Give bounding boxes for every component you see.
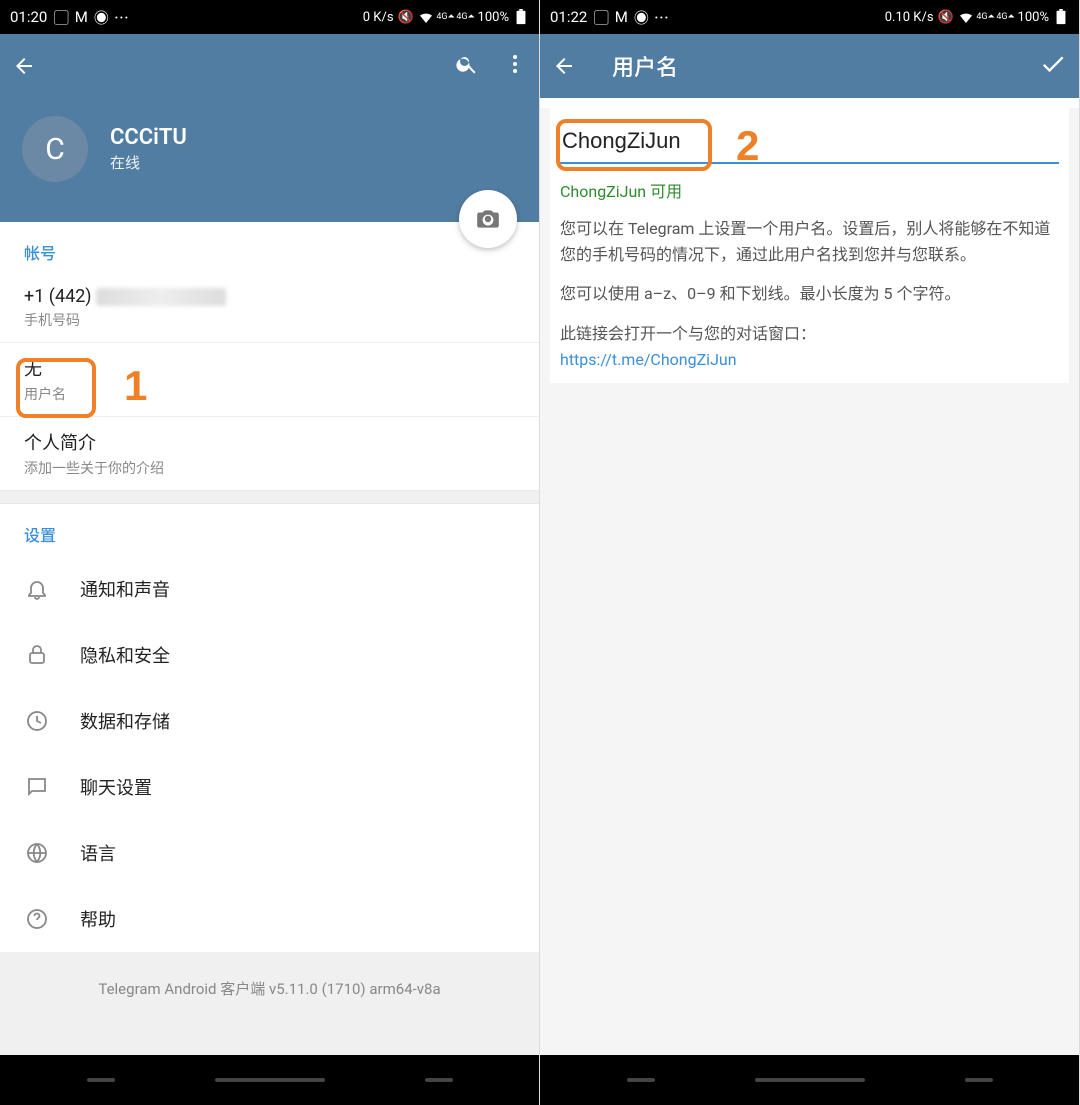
settings-item-label: 语言: [80, 840, 116, 866]
username-card: ChongZiJun 可用 您可以在 Telegram 上设置一个用户名。设置后…: [550, 108, 1069, 383]
net-speed: 0 K/s: [363, 10, 394, 25]
profile-status: 在线: [110, 152, 187, 173]
nav-recent[interactable]: [627, 1078, 655, 1082]
signal-4g-icon-1: 4G⏶: [438, 9, 454, 25]
phone-label: 手机号码: [24, 310, 515, 330]
nav-recent[interactable]: [87, 1078, 115, 1082]
bio-label: 添加一些关于你的介绍: [24, 458, 515, 478]
username-input[interactable]: [562, 128, 712, 154]
more-notif-icon: ⋯: [653, 9, 669, 25]
search-icon[interactable]: [455, 52, 479, 80]
chat-icon: [24, 774, 50, 800]
settings-item-notifications[interactable]: 通知和声音: [0, 556, 539, 622]
lock-icon: [24, 642, 50, 668]
username-label: 用户名: [24, 384, 515, 404]
android-navbar: [0, 1055, 539, 1105]
toolbar-title: 用户名: [592, 50, 1039, 82]
toolbar: [0, 34, 539, 98]
settings-item-label: 数据和存储: [80, 708, 170, 734]
profile-header: C CCCiTU 在线: [0, 98, 539, 222]
nav-home[interactable]: [755, 1078, 865, 1082]
avatar[interactable]: C: [22, 116, 88, 182]
battery-icon: [513, 9, 529, 25]
phone-right: 01:22 ▢ M ◉ ⋯ 0.10 K/s 🔇 4G⏶ 4G⏶ 100%: [540, 0, 1080, 1105]
username-row[interactable]: 无 用户名: [0, 343, 539, 417]
username-description-2: 您可以使用 a–z、0–9 和下划线。最小长度为 5 个字符。: [560, 281, 1059, 307]
confirm-icon[interactable]: [1039, 50, 1067, 82]
settings-item-label: 通知和声音: [80, 576, 170, 602]
username-description-1: 您可以在 Telegram 上设置一个用户名。设置后，别人将能够在不知道您的手机…: [560, 216, 1059, 267]
account-header: 帐号: [0, 222, 539, 274]
status-bar: 01:20 ▢ M ◉ ⋯ 0 K/s 🔇 4G⏶ 4G⏶ 100%: [0, 0, 539, 34]
gallery-icon: ▢: [593, 9, 609, 25]
more-icon[interactable]: [503, 52, 527, 80]
status-right: 0.10 K/s 🔇 4G⏶ 4G⏶ 100%: [885, 9, 1069, 25]
settings-item-label: 隐私和安全: [80, 642, 170, 668]
settings-item-help[interactable]: 帮助: [0, 886, 539, 952]
signal-4g-icon-1: 4G⏶: [978, 9, 994, 25]
help-icon: [24, 906, 50, 932]
username-value: 无: [24, 355, 515, 381]
nav-back[interactable]: [965, 1078, 993, 1082]
settings-item-language[interactable]: 语言: [0, 820, 539, 886]
bio-row[interactable]: 个人简介 添加一些关于你的介绍: [0, 417, 539, 490]
username-input-row[interactable]: [560, 122, 1059, 164]
section-gap: [0, 490, 539, 504]
toolbar: 用户名: [540, 34, 1079, 98]
android-navbar: [540, 1055, 1079, 1105]
status-left: 01:22 ▢ M ◉ ⋯: [550, 8, 669, 26]
net-speed: 0.10 K/s: [885, 10, 934, 25]
right-body: ChongZiJun 可用 您可以在 Telegram 上设置一个用户名。设置后…: [540, 108, 1079, 1065]
gallery-icon: ▢: [53, 9, 69, 25]
annotation-number-2: 2: [736, 122, 759, 170]
wifi-icon: [958, 9, 974, 25]
settings-header: 设置: [0, 504, 539, 556]
username-link-intro: 此链接会打开一个与您的对话窗口：: [560, 321, 1059, 347]
settings-item-privacy[interactable]: 隐私和安全: [0, 622, 539, 688]
settings-item-label: 聊天设置: [80, 774, 152, 800]
back-button[interactable]: [12, 54, 52, 78]
avatar-letter: C: [45, 132, 65, 167]
phone-blurred: [96, 288, 226, 306]
back-button[interactable]: [552, 54, 592, 78]
camera-button[interactable]: [459, 190, 517, 248]
username-link[interactable]: https://t.me/ChongZiJun: [560, 350, 1059, 369]
settings-item-label: 帮助: [80, 906, 116, 932]
more-notif-icon: ⋯: [113, 9, 129, 25]
battery-text: 100%: [478, 10, 509, 25]
battery-text: 100%: [1018, 10, 1049, 25]
settings-item-data[interactable]: 数据和存储: [0, 688, 539, 754]
chat-notif-icon: ◉: [93, 9, 109, 25]
bell-icon: [24, 576, 50, 602]
globe-icon: [24, 840, 50, 866]
phone-value: +1 (442): [24, 286, 92, 307]
settings-section: 设置 通知和声音 隐私和安全 数据和存储 聊天设置: [0, 504, 539, 952]
signal-4g-icon-2: 4G⏶: [458, 9, 474, 25]
mail-icon: M: [73, 9, 89, 25]
phone-row[interactable]: +1 (442) 手机号码: [0, 274, 539, 343]
chat-notif-icon: ◉: [633, 9, 649, 25]
clock-icon: [24, 708, 50, 734]
account-section: 帐号 +1 (442) 手机号码 无 用户名 个人简介 添加一些关于你的介绍: [0, 222, 539, 490]
status-time: 01:20: [10, 8, 47, 26]
nav-home[interactable]: [215, 1078, 325, 1082]
mail-icon: M: [613, 9, 629, 25]
phone-left: 01:20 ▢ M ◉ ⋯ 0 K/s 🔇 4G⏶ 4G⏶ 100%: [0, 0, 540, 1105]
battery-icon: [1053, 9, 1069, 25]
settings-item-chat[interactable]: 聊天设置: [0, 754, 539, 820]
mute-icon: 🔇: [398, 9, 414, 25]
annotation-number-1: 1: [124, 362, 147, 410]
username-available: ChongZiJun 可用: [560, 178, 1059, 202]
status-time: 01:22: [550, 8, 587, 26]
profile-name: CCCiTU: [110, 125, 187, 150]
status-right: 0 K/s 🔇 4G⏶ 4G⏶ 100%: [363, 9, 529, 25]
nav-back[interactable]: [425, 1078, 453, 1082]
status-bar: 01:22 ▢ M ◉ ⋯ 0.10 K/s 🔇 4G⏶ 4G⏶ 100%: [540, 0, 1079, 34]
bio-value: 个人简介: [24, 429, 515, 455]
mute-icon: 🔇: [938, 9, 954, 25]
signal-4g-icon-2: 4G⏶: [998, 9, 1014, 25]
status-left: 01:20 ▢ M ◉ ⋯: [10, 8, 129, 26]
wifi-icon: [418, 9, 434, 25]
